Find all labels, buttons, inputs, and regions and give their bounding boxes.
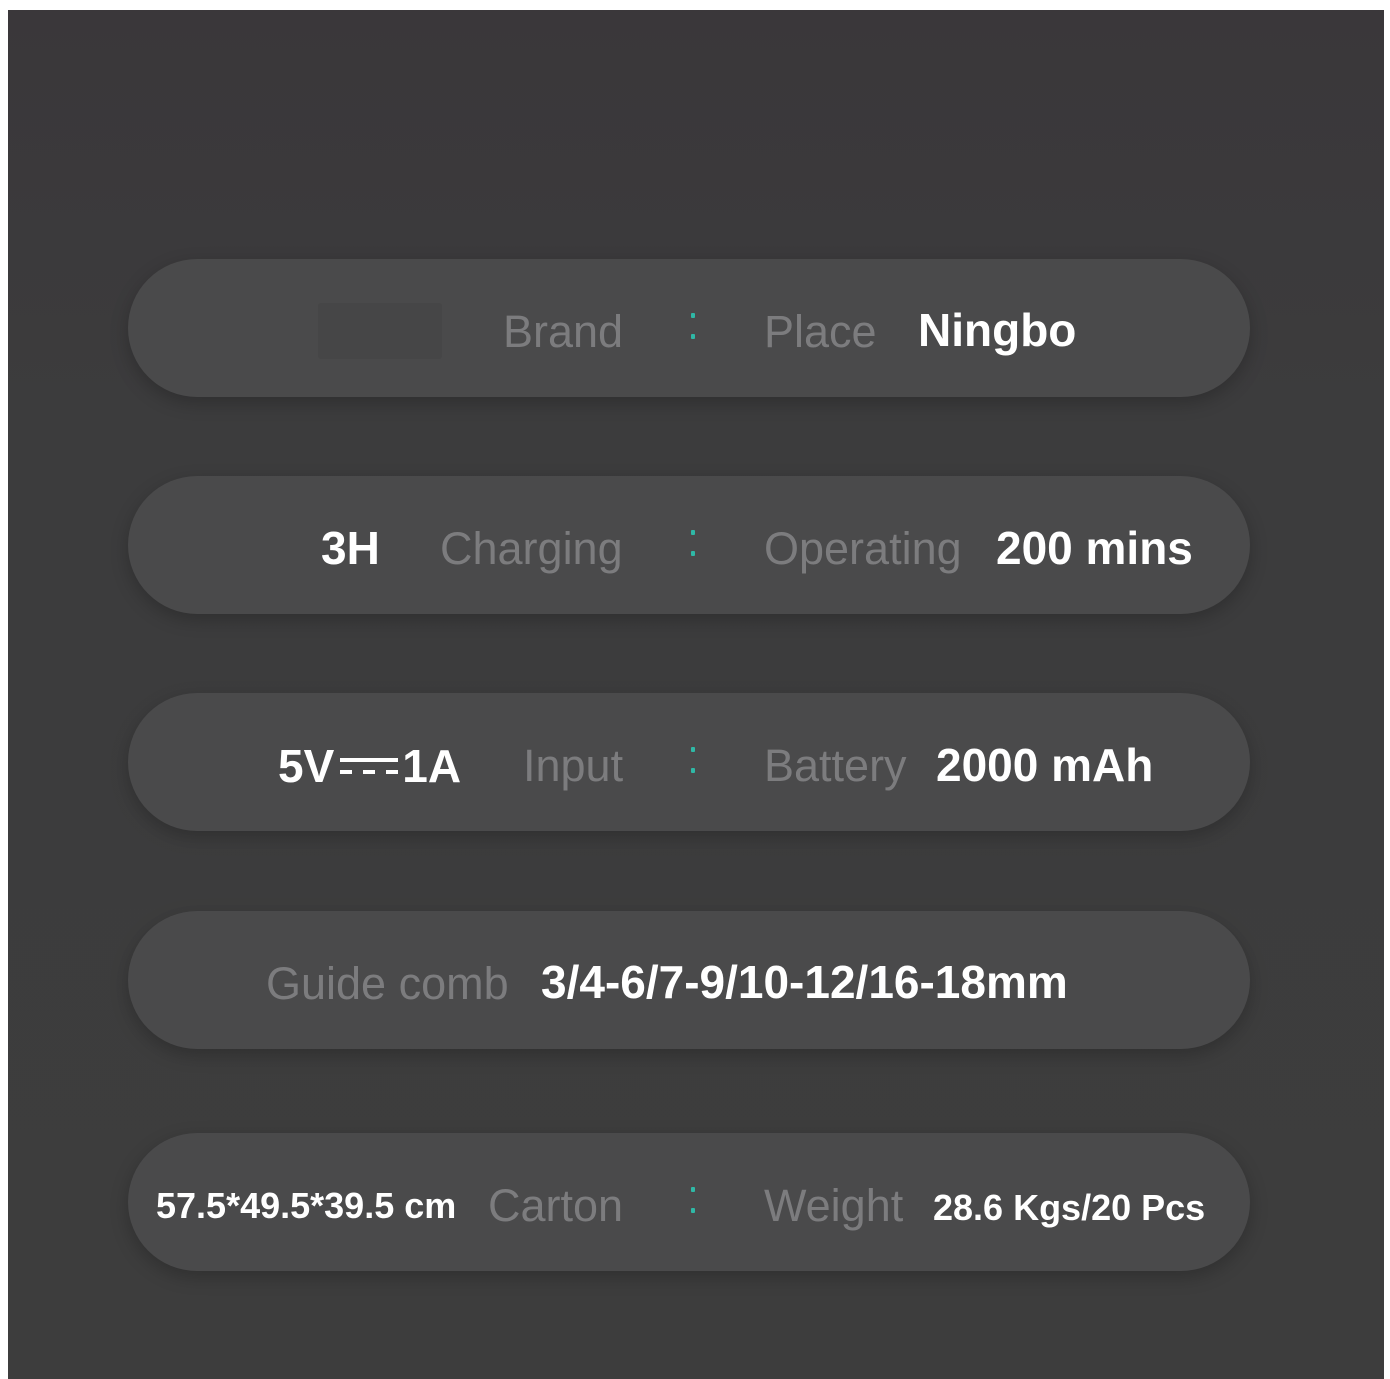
spec-row-guide-comb: Guide comb 3/4-6/7-9/10-12/16-18mm — [128, 911, 1250, 1049]
dc-current-symbol-icon — [340, 756, 399, 778]
input-label: Input — [523, 740, 624, 791]
battery-value: 2000 mAh — [936, 739, 1154, 791]
weight-label: Weight — [764, 1180, 904, 1231]
input-value: 5V 1A — [278, 743, 461, 789]
separator-colon-icon — [691, 530, 695, 556]
separator-colon-icon — [691, 313, 695, 339]
spec-row-charging-operating: 3H Charging Operating 200 mins — [128, 476, 1250, 614]
charging-value: 3H — [321, 522, 380, 574]
spec-row-carton-weight: 57.5*49.5*39.5 cm Carton Weight 28.6 Kgs… — [128, 1133, 1250, 1271]
spec-row-input-battery: 5V 1A Input Battery 2000 mAh — [128, 693, 1250, 831]
carton-label: Carton — [488, 1180, 624, 1231]
spec-row-brand-place: Brand Place Ningbo — [128, 259, 1250, 397]
brand-value-placeholder — [318, 303, 442, 359]
guide-comb-value: 3/4-6/7-9/10-12/16-18mm — [541, 956, 1068, 1008]
operating-value: 200 mins — [996, 522, 1193, 574]
spec-panel: Brand Place Ningbo 3H Charging Operating… — [8, 10, 1384, 1379]
charging-label: Charging — [440, 523, 623, 574]
place-value: Ningbo — [918, 304, 1077, 356]
brand-label: Brand — [503, 306, 624, 357]
separator-colon-icon — [691, 747, 695, 773]
input-voltage: 5V — [278, 740, 335, 792]
weight-value: 28.6 Kgs/20 Pcs — [933, 1187, 1206, 1228]
operating-label: Operating — [764, 523, 962, 574]
carton-value: 57.5*49.5*39.5 cm — [156, 1185, 457, 1226]
battery-label: Battery — [764, 740, 907, 791]
guide-comb-label: Guide comb — [266, 958, 509, 1009]
place-label: Place — [764, 306, 877, 357]
input-current: 1A — [402, 740, 462, 792]
separator-colon-icon — [691, 1187, 695, 1213]
